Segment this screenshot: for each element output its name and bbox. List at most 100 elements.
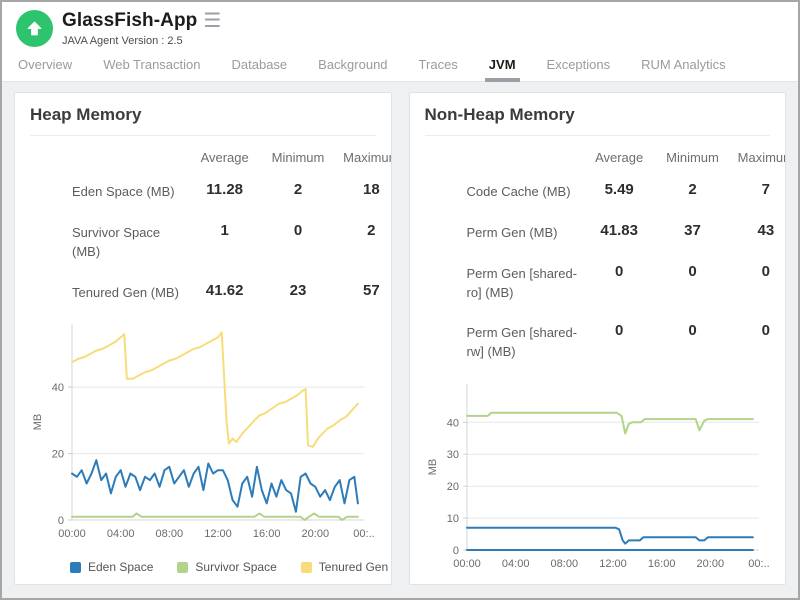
legend-item-survivor-space[interactable]: Survivor Space [177,560,276,574]
legend-row: Eden SpaceSurvivor SpaceTenured Gen [70,560,376,574]
metric-minimum: 0 [656,253,729,313]
svg-text:16:00: 16:00 [647,558,675,570]
metric-average: 41.83 [583,212,656,253]
metric-maximum: 7 [729,171,786,212]
app-window: GlassFish-App ☰ JAVA Agent Version : 2.5… [0,0,800,600]
svg-text:00:00: 00:00 [58,528,86,540]
column-header: Average [583,142,656,171]
svg-text:16:00: 16:00 [253,528,281,540]
svg-text:MB: MB [32,414,44,431]
column-header: Minimum [261,142,334,171]
metric-label: Perm Gen (MB) [425,212,583,253]
table-row: Tenured Gen (MB)41.622357 [30,272,392,313]
non-heap-memory-chart-wrap: 01020304000:0004:0008:0012:0016:0020:000… [425,376,771,578]
agent-version-label: JAVA Agent Version : 2.5 [62,35,221,47]
table-row: Code Cache (MB)5.4927 [425,171,787,212]
app-header: GlassFish-App ☰ JAVA Agent Version : 2.5 [2,2,798,51]
metric-average: 11.28 [188,171,261,212]
metric-maximum: 0 [729,253,786,313]
heap-memory-panel: Heap Memory AverageMinimumMaximumEden Sp… [14,92,392,585]
tab-overview[interactable]: Overview [16,51,74,81]
table-row: Survivor Space (MB)102 [30,212,392,272]
status-up-icon [16,10,53,47]
heap-memory-table: AverageMinimumMaximumEden Space (MB)11.2… [30,142,392,312]
svg-text:20: 20 [52,449,64,461]
metric-maximum: 18 [335,171,392,212]
legend-swatch [301,562,312,573]
svg-text:00:..: 00:.. [353,528,374,540]
tab-traces[interactable]: Traces [417,51,460,81]
column-header-empty [30,142,188,171]
svg-text:00:00: 00:00 [453,558,481,570]
metric-label: Eden Space (MB) [30,171,188,212]
svg-text:04:00: 04:00 [501,558,529,570]
tab-web-transaction[interactable]: Web Transaction [101,51,202,81]
svg-text:04:00: 04:00 [107,528,135,540]
column-header: Minimum [656,142,729,171]
svg-text:0: 0 [58,515,64,527]
column-header: Average [188,142,261,171]
heap-memory-legend: Eden SpaceSurvivor SpaceTenured Gen [70,552,376,574]
non-heap-memory-panel: Non-Heap Memory AverageMinimumMaximumCod… [409,92,787,585]
non-heap-memory-table: AverageMinimumMaximumCode Cache (MB)5.49… [425,142,787,372]
metric-maximum: 2 [335,212,392,272]
metric-average: 0 [583,253,656,313]
legend-label: Eden Space [88,560,153,574]
non-heap-memory-chart: 01020304000:0004:0008:0012:0016:0020:000… [425,376,772,578]
metric-label: Survivor Space (MB) [30,212,188,272]
metric-average: 0 [583,312,656,372]
legend-swatch [70,562,81,573]
svg-text:08:00: 08:00 [550,558,578,570]
metric-label: Tenured Gen (MB) [30,272,188,313]
svg-text:12:00: 12:00 [204,528,232,540]
metric-average: 5.49 [583,171,656,212]
metric-label: Perm Gen [shared-rw] (MB) [425,312,583,372]
legend-item-tenured-gen[interactable]: Tenured Gen [301,560,388,574]
svg-text:10: 10 [446,513,458,525]
column-header-empty [425,142,583,171]
legend-item-eden-space[interactable]: Eden Space [70,560,153,574]
svg-text:20: 20 [446,481,458,493]
metric-maximum: 43 [729,212,786,253]
tab-background[interactable]: Background [316,51,389,81]
metric-average: 41.62 [188,272,261,313]
table-row: Eden Space (MB)11.28218 [30,171,392,212]
metric-minimum: 0 [261,212,334,272]
metric-minimum: 0 [656,312,729,372]
tab-jvm[interactable]: JVM [487,51,518,81]
heap-memory-chart-wrap: 0 20 40 00:00 04:00 08:00 12:00 16:00 20:00 00:..… [30,316,376,548]
svg-text:40: 40 [52,382,64,394]
panel-title: Non-Heap Memory [425,105,771,136]
table-row: Perm Gen [shared-ro] (MB)000 [425,253,787,313]
metric-minimum: 23 [261,272,334,313]
metric-label: Code Cache (MB) [425,171,583,212]
svg-text:40: 40 [446,417,458,429]
metric-minimum: 2 [656,171,729,212]
column-header: Maximum [729,142,786,171]
hamburger-menu-icon[interactable]: ☰ [203,14,221,28]
non-heap-memory-legend: Code CachePerm GenPerm Gen [shared-ro]Pe… [465,582,771,585]
metric-minimum: 2 [261,171,334,212]
heap-memory-chart: 0 20 40 00:00 04:00 08:00 12:00 16:00 20:00 00:..… [30,316,377,548]
content-area: Heap Memory AverageMinimumMaximumEden Sp… [2,82,798,598]
table-row: Perm Gen (MB)41.833743 [425,212,787,253]
svg-text:0: 0 [452,545,458,557]
svg-text:20:00: 20:00 [302,528,330,540]
svg-text:30: 30 [446,449,458,461]
tab-database[interactable]: Database [230,51,290,81]
app-title: GlassFish-App [62,10,197,32]
metric-label: Perm Gen [shared-ro] (MB) [425,253,583,313]
tab-rum-analytics[interactable]: RUM Analytics [639,51,728,81]
up-arrow-icon [26,20,43,37]
svg-text:08:00: 08:00 [156,528,184,540]
svg-text:12:00: 12:00 [599,558,627,570]
metric-maximum: 0 [729,312,786,372]
metric-minimum: 37 [656,212,729,253]
column-header: Maximum [335,142,392,171]
svg-text:00:..: 00:.. [748,558,769,570]
legend-swatch [177,562,188,573]
tab-exceptions[interactable]: Exceptions [545,51,613,81]
metric-maximum: 57 [335,272,392,313]
table-row: Perm Gen [shared-rw] (MB)000 [425,312,787,372]
legend-label: Tenured Gen [319,560,388,574]
